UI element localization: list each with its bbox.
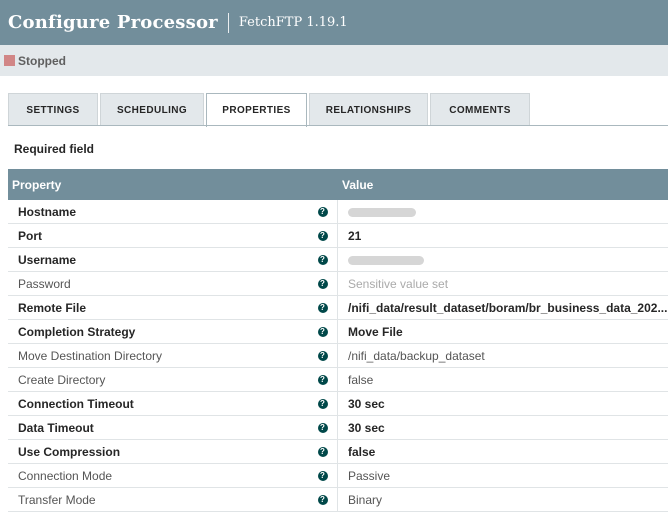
table-row[interactable]: Transfer Mode ? Binary	[8, 487, 668, 512]
table-row[interactable]: Completion Strategy ? Move File	[8, 319, 668, 344]
property-value[interactable]: Sensitive value set	[338, 277, 668, 291]
property-value[interactable]: /nifi_data/backup_dataset	[338, 349, 668, 363]
property-value[interactable]: false	[338, 445, 668, 459]
column-value[interactable]: Value	[338, 178, 668, 192]
property-name: Hostname	[18, 204, 77, 219]
table-row[interactable]: Port ? 21	[8, 223, 668, 248]
help-icon[interactable]: ?	[317, 446, 328, 457]
property-name: Use Compression	[18, 444, 121, 459]
property-value[interactable]	[338, 205, 668, 219]
property-name: Connection Mode	[18, 468, 113, 483]
help-icon[interactable]: ?	[317, 278, 328, 289]
table-row[interactable]: Move Destination Directory ? /nifi_data/…	[8, 343, 668, 368]
property-value[interactable]	[338, 253, 668, 267]
redacted-value	[348, 207, 416, 217]
table-row[interactable]: Hostname ?	[8, 199, 668, 224]
table-row[interactable]: Password ? Sensitive value set	[8, 271, 668, 296]
property-value[interactable]: Binary	[338, 493, 668, 507]
tab-settings[interactable]: SETTINGS	[8, 93, 98, 126]
property-name: Transfer Mode	[18, 492, 96, 507]
help-icon[interactable]: ?	[317, 350, 328, 361]
help-icon[interactable]: ?	[317, 230, 328, 241]
processor-type: FetchFTP 1.19.1	[238, 15, 348, 30]
table-row[interactable]: Connection Mode ? Passive	[8, 463, 668, 488]
help-icon[interactable]: ?	[317, 422, 328, 433]
property-name: Password	[18, 276, 71, 291]
property-name: Create Directory	[18, 372, 106, 387]
help-icon[interactable]: ?	[317, 470, 328, 481]
tab-comments[interactable]: COMMENTS	[430, 93, 530, 126]
property-value[interactable]: /nifi_data/result_dataset/boram/br_busin…	[338, 301, 668, 315]
table-row[interactable]: Connection Timeout ? 30 sec	[8, 391, 668, 416]
property-value[interactable]: 30 sec	[338, 397, 668, 411]
property-value[interactable]: false	[338, 373, 668, 387]
property-value[interactable]: Passive	[338, 469, 668, 483]
tab-scheduling[interactable]: SCHEDULING	[100, 93, 204, 126]
table-header: Property Value	[8, 169, 668, 200]
property-value[interactable]: Move File	[338, 325, 668, 339]
table-row[interactable]: Data Timeout ? 30 sec	[8, 415, 668, 440]
tab-bar: SETTINGS SCHEDULING PROPERTIES RELATIONS…	[8, 93, 532, 127]
property-name: Move Destination Directory	[18, 348, 163, 363]
table-row[interactable]: Use Compression ? false	[8, 439, 668, 464]
help-icon[interactable]: ?	[317, 206, 328, 217]
property-value[interactable]: 21	[338, 229, 668, 243]
property-value[interactable]: 30 sec	[338, 421, 668, 435]
tab-relationships[interactable]: RELATIONSHIPS	[309, 93, 428, 126]
dialog-title: Configure Processor	[8, 12, 218, 33]
title-separator	[227, 12, 229, 33]
help-icon[interactable]: ?	[317, 254, 328, 265]
property-name: Data Timeout	[18, 420, 94, 435]
property-name: Remote File	[18, 300, 87, 315]
properties-table: Property Value Hostname ? Port ? 21 User…	[8, 169, 668, 512]
property-name: Completion Strategy	[18, 324, 136, 339]
redacted-value	[348, 255, 424, 265]
help-icon[interactable]: ?	[317, 374, 328, 385]
tab-properties[interactable]: PROPERTIES	[206, 93, 307, 127]
column-property[interactable]: Property	[8, 178, 338, 192]
property-name: Connection Timeout	[18, 396, 134, 411]
required-field-label: Required field	[14, 142, 95, 156]
status-label: Stopped	[18, 53, 66, 68]
dialog-header: Configure Processor FetchFTP 1.19.1	[0, 0, 668, 45]
property-name: Port	[18, 228, 42, 243]
tab-underline	[8, 125, 668, 126]
table-row[interactable]: Create Directory ? false	[8, 367, 668, 392]
table-row[interactable]: Username ?	[8, 247, 668, 272]
status-bar: Stopped	[0, 45, 668, 76]
help-icon[interactable]: ?	[317, 494, 328, 505]
help-icon[interactable]: ?	[317, 398, 328, 409]
help-icon[interactable]: ?	[317, 326, 328, 337]
table-row[interactable]: Remote File ? /nifi_data/result_dataset/…	[8, 295, 668, 320]
property-name: Username	[18, 252, 77, 267]
stopped-icon	[4, 55, 15, 66]
help-icon[interactable]: ?	[317, 302, 328, 313]
